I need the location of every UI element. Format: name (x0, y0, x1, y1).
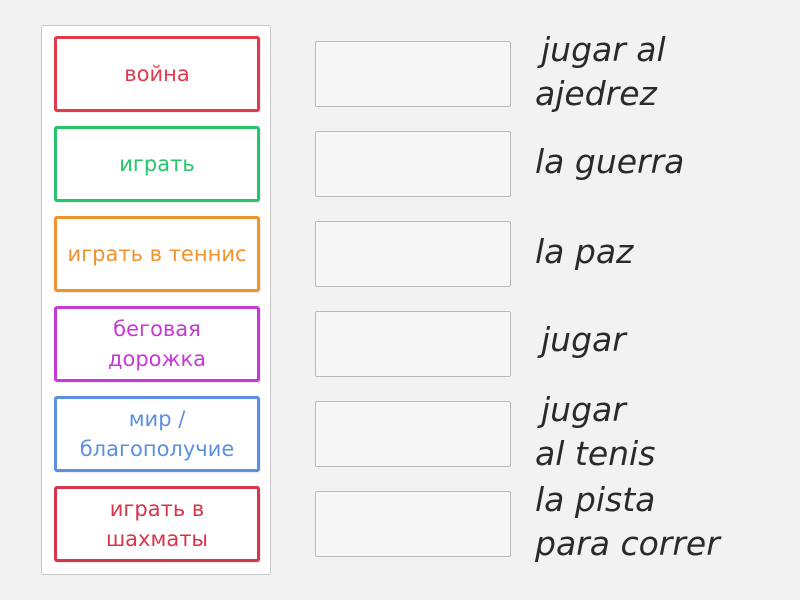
drop-target[interactable] (315, 41, 511, 107)
answer-line: para correr (535, 524, 720, 563)
answer-line: al tenis (535, 434, 656, 473)
answer-text: la pista para correr (535, 478, 795, 566)
card-igrat-v-tennis[interactable]: играть в теннис (54, 216, 260, 292)
drop-target[interactable] (315, 311, 511, 377)
matching-activity: война играть играть в теннис беговая дор… (0, 0, 800, 600)
card-begovaya-dorozhka[interactable]: беговая дорожка (54, 306, 260, 382)
card-label: играть в шахматы (105, 497, 209, 551)
card-label: играть (119, 152, 195, 176)
answer-line: jugar (541, 320, 626, 359)
answer-text: jugar (535, 318, 795, 362)
card-label: беговая дорожка (107, 317, 207, 371)
card-label: мир / благополучие (79, 407, 235, 461)
answer-text: jugar al ajedrez (535, 28, 795, 116)
drop-target[interactable] (315, 401, 511, 467)
drop-target[interactable] (315, 221, 511, 287)
drop-target[interactable] (315, 491, 511, 557)
card-label: война (124, 62, 190, 86)
drop-target[interactable] (315, 131, 511, 197)
card-igrat[interactable]: играть (54, 126, 260, 202)
card-igrat-v-shakhmaty[interactable]: играть в шахматы (54, 486, 260, 562)
answer-line: jugar al (541, 30, 666, 69)
answer-line: la guerra (535, 142, 685, 181)
answer-line: jugar (541, 390, 626, 429)
card-voina[interactable]: война (54, 36, 260, 112)
answer-line: ajedrez (535, 74, 657, 113)
answer-text: la guerra (535, 140, 795, 184)
answer-text: jugar al tenis (535, 388, 795, 476)
answer-text: la paz (535, 230, 795, 274)
card-mir-blagopoluchie[interactable]: мир / благополучие (54, 396, 260, 472)
answer-line: la pista (535, 480, 656, 519)
card-label: играть в теннис (67, 242, 247, 266)
answer-line: la paz (535, 232, 634, 271)
